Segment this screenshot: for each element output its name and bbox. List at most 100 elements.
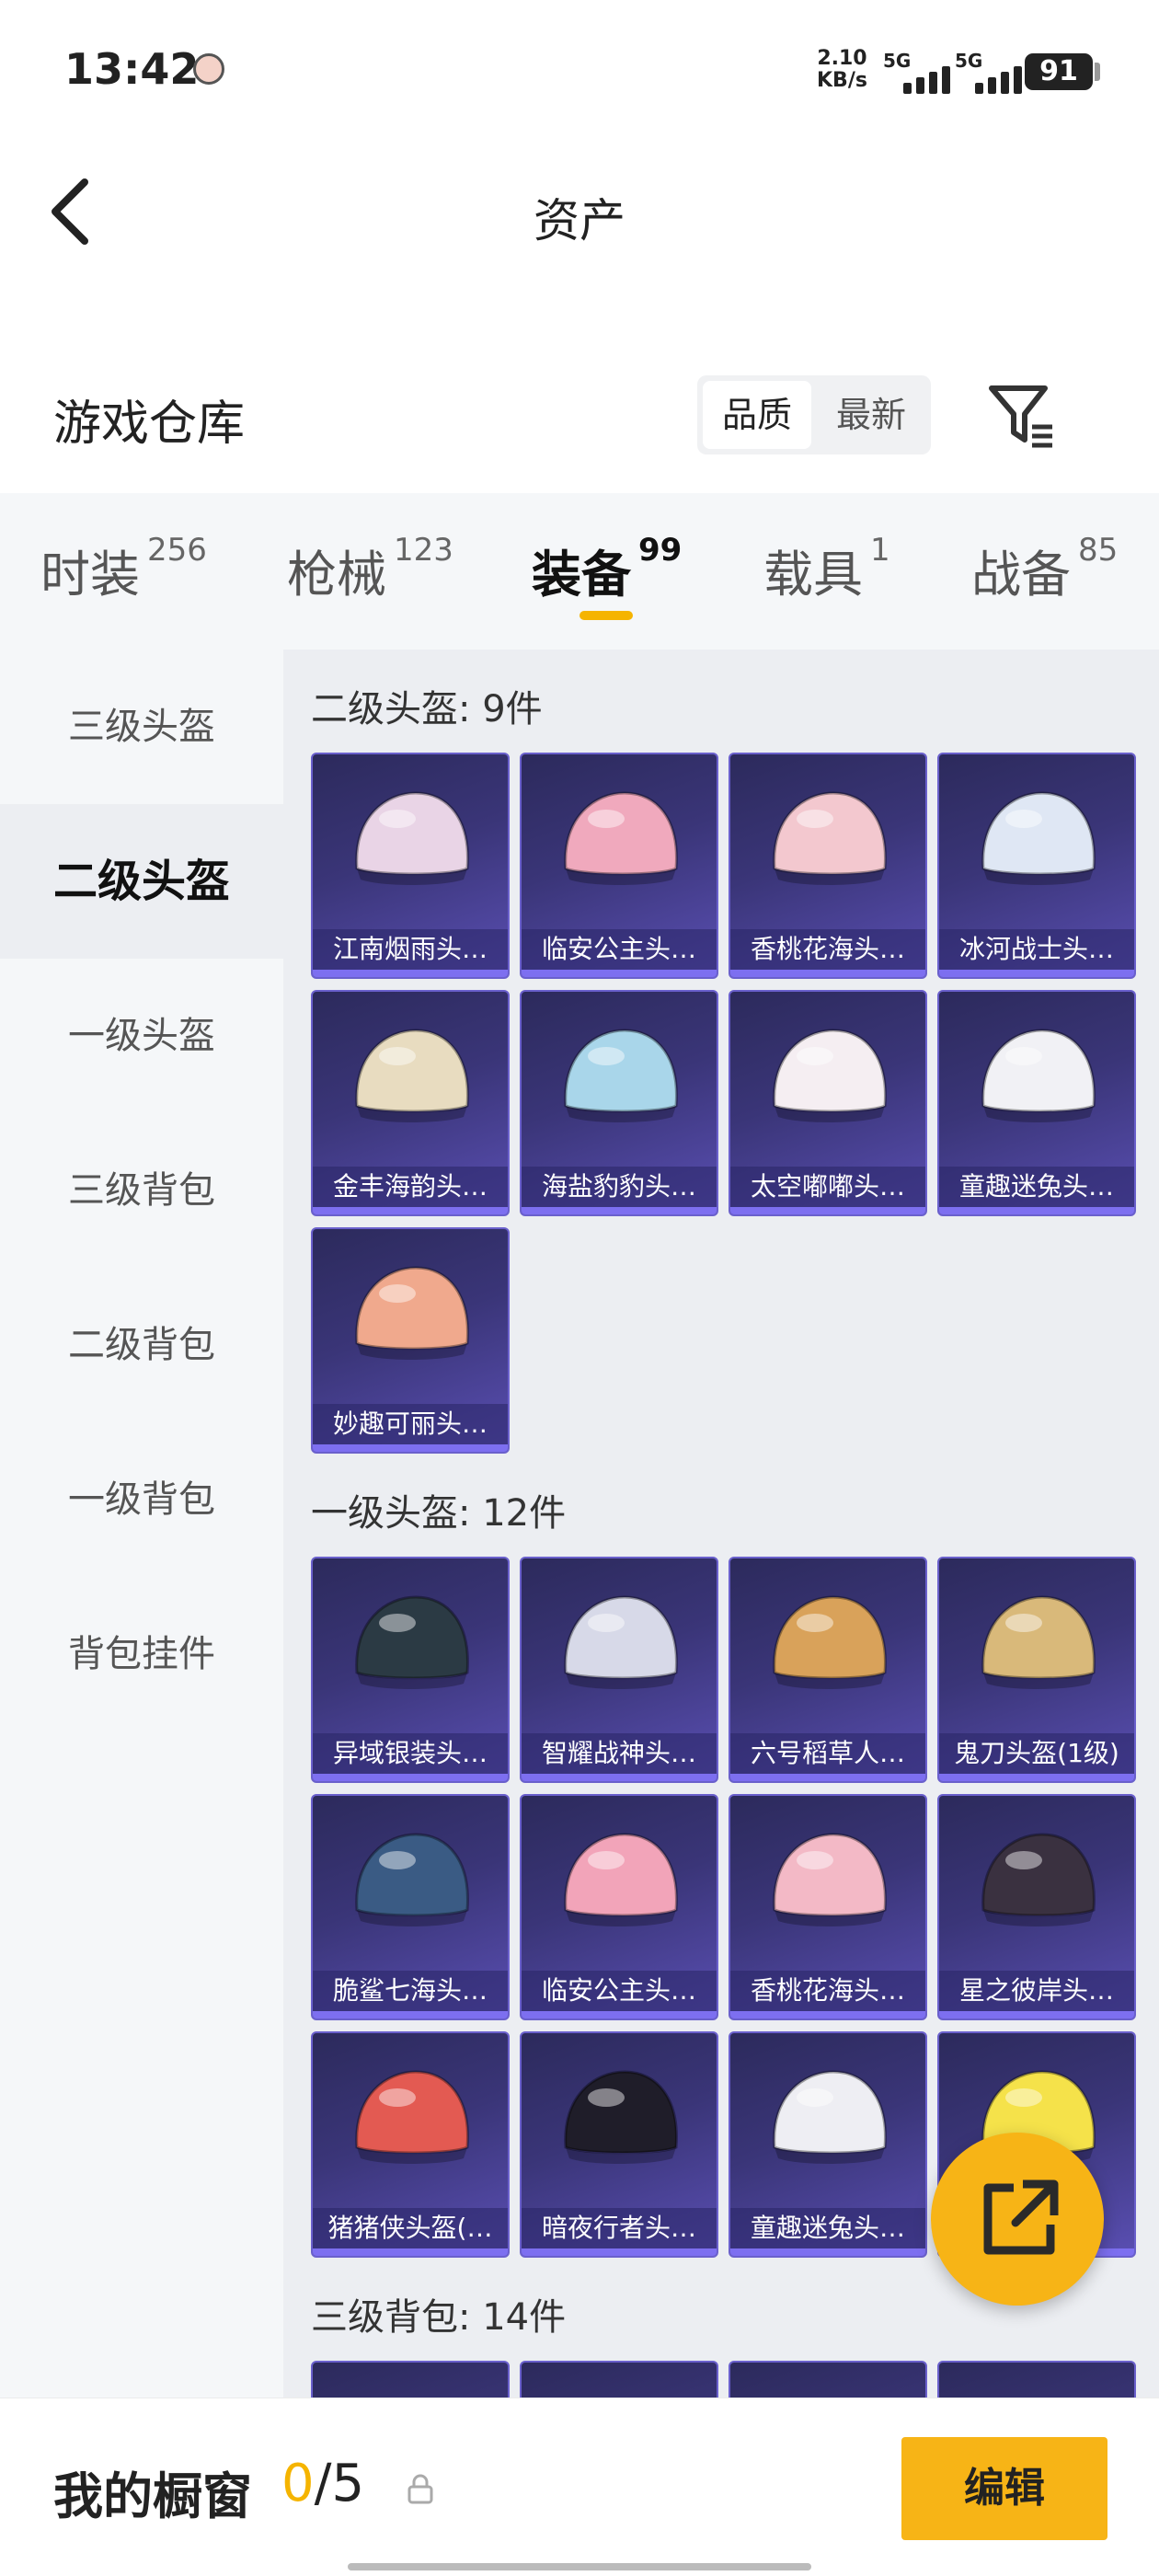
item-card-label: 异域银装头… — [313, 1733, 508, 1774]
side-nav: 三级头盔 二级头盔 一级头盔 三级背包 二级背包 一级背包 背包挂件 — [0, 650, 283, 2398]
item-card[interactable]: 暗夜行者头… — [520, 2031, 718, 2258]
item-card-label: 六号稻草人… — [730, 1733, 925, 1774]
item-card[interactable]: 江南烟雨头… — [311, 753, 510, 979]
item-card-label: 童趣迷兔头… — [939, 1167, 1134, 1207]
item-card-label: 智耀战神头… — [522, 1733, 717, 1774]
item-card[interactable]: 六号稻草人… — [729, 1557, 927, 1783]
section-title-level1-helmet: 一级头盔: 12件 — [311, 1492, 567, 1535]
tab-equipment[interactable]: 装备 99 — [532, 532, 682, 606]
item-card-label: 暗夜行者头… — [522, 2208, 717, 2248]
item-card[interactable]: 脆鲨七海头… — [311, 1794, 510, 2020]
helmet-icon — [981, 1029, 1096, 1122]
tab-count: 85 — [1078, 532, 1119, 569]
item-card[interactable]: 异域银装头… — [311, 1557, 510, 1783]
item-card[interactable]: 金丰海韵头… — [311, 990, 510, 1216]
showcase-count: 0/5 — [281, 2454, 364, 2513]
item-card-label: 香桃花海头… — [730, 1971, 925, 2011]
item-card-label: 妙趣可丽头… — [313, 1404, 508, 1444]
helmet-icon — [564, 2070, 678, 2164]
signal-2-icon: 5G — [955, 50, 1027, 94]
item-card-label: 脆鲨七海头… — [313, 1971, 508, 2011]
item-card[interactable]: 冰河战士头… — [937, 753, 1136, 979]
filter-icon — [989, 385, 1052, 448]
helmet-icon — [564, 791, 678, 885]
item-card[interactable]: 临安公主头… — [520, 753, 718, 979]
share-fab-button[interactable] — [931, 2133, 1104, 2306]
tab-count: 256 — [147, 532, 207, 569]
tab-label: 时装 — [40, 546, 140, 604]
side-item-level2-helmet[interactable]: 二级头盔 — [0, 804, 283, 959]
helmet-icon — [355, 2070, 469, 2164]
helmet-icon — [549, 2388, 693, 2398]
item-card[interactable]: 海盐豹豹头… — [520, 990, 718, 1216]
item-card-label: 金丰海韵头… — [313, 1167, 508, 1207]
helmet-icon — [773, 2070, 887, 2164]
lock-icon — [407, 2474, 433, 2504]
helmet-icon — [355, 1595, 469, 1689]
edit-button[interactable]: 编辑 — [901, 2437, 1107, 2540]
item-card[interactable]: 童趣迷兔头… — [729, 2031, 927, 2258]
item-card[interactable]: 猪猪侠头盔(… — [311, 2031, 510, 2258]
header: 资产 — [0, 138, 1159, 285]
helmet-icon — [773, 791, 887, 885]
home-indicator[interactable] — [348, 2563, 811, 2570]
item-card-label: 临安公主头… — [522, 929, 717, 970]
helmet-icon — [355, 1833, 469, 1926]
sort-toggle: 品质 最新 — [697, 375, 931, 454]
status-time: 13:42 — [64, 44, 200, 94]
item-card-label: 鬼刀头盔(1级) — [939, 1733, 1134, 1774]
item-card[interactable]: 妙趣可丽头… — [311, 1227, 510, 1454]
item-card[interactable]: 太空嘟嘟头… — [729, 990, 927, 1216]
side-item-level1-helmet[interactable]: 一级头盔 — [0, 959, 283, 1113]
item-card[interactable] — [729, 2361, 927, 2398]
tab-supplies[interactable]: 战备 85 — [971, 532, 1119, 606]
item-card[interactable] — [311, 2361, 510, 2398]
helmet-icon — [355, 791, 469, 885]
item-card[interactable]: 香桃花海头… — [729, 1794, 927, 2020]
helmet-icon — [564, 1833, 678, 1926]
showcase-filled-count: 0 — [281, 2454, 315, 2513]
helmet-icon — [981, 791, 1096, 885]
side-item-level3-helmet[interactable]: 三级头盔 — [0, 650, 283, 804]
tab-vehicles[interactable]: 载具 1 — [763, 532, 890, 606]
sort-option-newest[interactable]: 最新 — [817, 381, 925, 449]
side-item-backpack-charm[interactable]: 背包挂件 — [0, 1577, 283, 1731]
signal-1-icon: 5G — [883, 50, 955, 94]
sort-option-quality[interactable]: 品质 — [703, 381, 811, 449]
sim2-label: 5G — [955, 50, 983, 72]
helmet-icon — [340, 2388, 484, 2398]
tab-firearms[interactable]: 枪械 123 — [287, 532, 453, 606]
item-card[interactable]: 星之彼岸头… — [937, 1794, 1136, 2020]
item-card-label: 临安公主头… — [522, 1971, 717, 2011]
item-card[interactable] — [520, 2361, 718, 2398]
status-bar: 13:42 2.10 KB/s 5G 5G 91 — [0, 0, 1159, 138]
tab-fashion[interactable]: 时装 256 — [40, 532, 207, 606]
helmet-icon — [758, 2388, 901, 2398]
filter-button[interactable] — [984, 379, 1058, 453]
helmet-icon — [773, 1595, 887, 1689]
item-card[interactable]: 临安公主头… — [520, 1794, 718, 2020]
category-tabs: 时装 256 枪械 123 装备 99 载具 1 战备 85 — [0, 493, 1159, 650]
tab-label: 枪械 — [287, 546, 386, 604]
item-card[interactable]: 童趣迷兔头… — [937, 990, 1136, 1216]
tab-label: 载具 — [763, 546, 863, 604]
item-card[interactable]: 香桃花海头… — [729, 753, 927, 979]
warehouse-title: 游戏仓库 — [53, 397, 246, 452]
battery-tip — [1095, 63, 1100, 81]
helmet-icon — [564, 1029, 678, 1122]
network-speed-unit: KB/s — [817, 69, 867, 92]
side-item-level2-backpack[interactable]: 二级背包 — [0, 1268, 283, 1422]
item-card[interactable] — [937, 2361, 1136, 2398]
item-card-label: 香桃花海头… — [730, 929, 925, 970]
item-card-label: 童趣迷兔头… — [730, 2208, 925, 2248]
showcase-label: 我的橱窗 — [53, 2467, 252, 2525]
helmet-icon — [981, 1833, 1096, 1926]
item-card[interactable]: 鬼刀头盔(1级) — [937, 1557, 1136, 1783]
network-speed-value: 2.10 — [817, 47, 867, 70]
helmet-icon — [355, 1266, 469, 1360]
side-item-level1-backpack[interactable]: 一级背包 — [0, 1422, 283, 1577]
item-card-label: 江南烟雨头… — [313, 929, 508, 970]
tab-label: 装备 — [532, 546, 631, 604]
side-item-level3-backpack[interactable]: 三级背包 — [0, 1113, 283, 1268]
item-card[interactable]: 智耀战神头… — [520, 1557, 718, 1783]
